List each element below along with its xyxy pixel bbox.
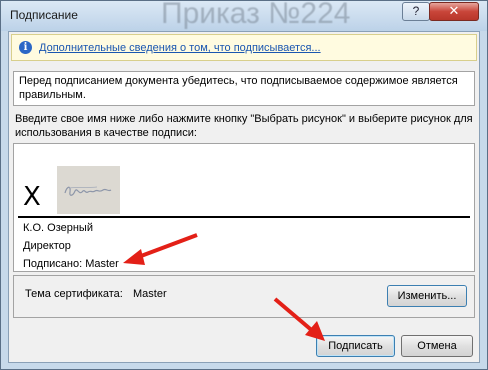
background-document-title: Приказ №224 <box>161 0 351 30</box>
info-bar: i Дополнительные сведения о том, что под… <box>11 34 477 61</box>
signer-title: Директор <box>23 240 71 252</box>
more-info-link[interactable]: Дополнительные сведения о том, что подпи… <box>39 42 321 54</box>
signature-instructions: Введите свое имя ниже либо нажмите кнопк… <box>15 113 473 139</box>
signature-x-mark: X <box>23 182 41 212</box>
signer-name: К.О. Озерный <box>23 222 93 234</box>
dialog-body: i Дополнительные сведения о том, что под… <box>8 31 480 363</box>
window-title: Подписание <box>10 8 78 22</box>
annotation-arrow-sign <box>273 297 325 341</box>
certificate-label: Тема сертификата: <box>25 288 123 300</box>
annotation-arrow-signed <box>123 233 198 265</box>
info-icon: i <box>19 41 32 54</box>
signed-by: Подписано: Master <box>23 258 119 270</box>
change-certificate-button[interactable]: Изменить... <box>387 285 467 307</box>
close-button[interactable]: ✕ <box>429 2 479 21</box>
signing-dialog: Подписание Приказ №224 ? ✕ i Дополнитель… <box>0 0 488 370</box>
signature-line <box>18 216 470 218</box>
certificate-value: Master <box>133 288 167 300</box>
signature-image <box>57 166 120 214</box>
help-button[interactable]: ? <box>402 2 430 21</box>
title-bar: Подписание Приказ №224 ? ✕ <box>1 0 487 31</box>
signature-area[interactable]: X К.О. Озерный Директор Подписано: Maste… <box>13 143 475 272</box>
certificate-group: Тема сертификата: Master Изменить... <box>13 275 475 318</box>
cancel-button[interactable]: Отмена <box>401 335 473 357</box>
verify-message: Перед подписанием документа убедитесь, ч… <box>13 71 475 106</box>
